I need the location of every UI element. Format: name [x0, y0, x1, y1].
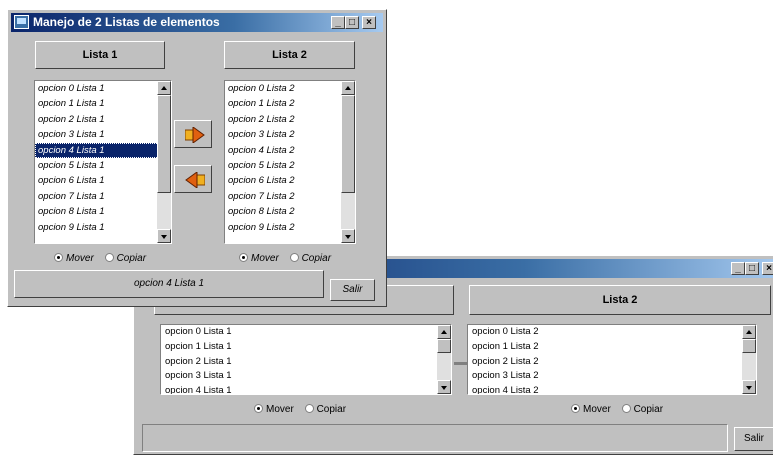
scroll-up-button[interactable] — [157, 81, 171, 95]
scroll-down-button[interactable] — [341, 229, 355, 243]
list-item[interactable]: opcion 6 Lista 1 — [35, 173, 171, 188]
list-item[interactable]: opcion 2 Lista 2 — [225, 112, 355, 127]
radio-copiar[interactable]: Copiar — [104, 253, 146, 264]
list-item-selected[interactable]: opcion 4 Lista 1 — [35, 142, 171, 158]
list1-header[interactable]: Lista 1 — [35, 41, 165, 69]
radio-icon[interactable] — [571, 404, 580, 413]
scroll-up-button[interactable] — [742, 325, 756, 339]
list-item[interactable]: opcion 8 Lista 2 — [225, 204, 355, 219]
list-item[interactable]: opcion 0 Lista 1 — [35, 81, 171, 96]
radio-icon[interactable] — [621, 404, 631, 413]
list-item[interactable]: opcion 1 Lista 2 — [468, 340, 756, 355]
list-item[interactable]: opcion 7 Lista 2 — [225, 189, 355, 204]
list-item[interactable]: opcion 5 Lista 2 — [225, 158, 355, 173]
scrollbar[interactable] — [341, 81, 355, 243]
back-list1-radio-group: Mover Copiar — [254, 404, 346, 415]
list-item[interactable]: opcion 0 Lista 2 — [468, 325, 756, 340]
scrollbar[interactable] — [437, 325, 451, 394]
salir-button[interactable]: Salir — [330, 279, 375, 301]
maximize-button[interactable]: □ — [745, 262, 759, 275]
scroll-down-button[interactable] — [437, 380, 451, 394]
list2-header[interactable]: Lista 2 — [224, 41, 355, 69]
scroll-thumb[interactable] — [341, 95, 355, 193]
back-list1[interactable]: opcion 0 Lista 1 opcion 1 Lista 1 opcion… — [160, 324, 452, 395]
list-item[interactable]: opcion 4 Lista 1 — [161, 384, 451, 394]
radio-icon[interactable] — [304, 404, 314, 413]
window-titlebar[interactable]: Manejo de 2 Listas de elementos _ □ × — [11, 13, 383, 32]
list-item[interactable]: opcion 1 Lista 1 — [161, 340, 451, 355]
list-item[interactable]: opcion 3 Lista 2 — [468, 369, 756, 384]
radio-icon[interactable] — [239, 253, 248, 262]
list-item[interactable]: opcion 7 Lista 1 — [35, 189, 171, 204]
transfer-handle[interactable] — [454, 362, 468, 365]
radio-copiar[interactable]: Copiar — [621, 404, 663, 415]
list-item[interactable]: opcion 0 Lista 1 — [161, 325, 451, 340]
list-item[interactable]: opcion 0 Lista 2 — [225, 81, 355, 96]
list-item[interactable]: opcion 9 Lista 1 — [35, 220, 171, 235]
scroll-thumb[interactable] — [157, 95, 171, 193]
list-item[interactable]: opcion 2 Lista 2 — [468, 355, 756, 370]
list2-header[interactable]: Lista 2 — [469, 285, 771, 315]
scroll-up-button[interactable] — [437, 325, 451, 339]
list-item[interactable]: opcion 9 Lista 2 — [225, 220, 355, 235]
scroll-down-button[interactable] — [742, 380, 756, 394]
list1-radio-group: Mover Copiar — [54, 253, 146, 264]
radio-copiar[interactable]: Copiar — [304, 404, 346, 415]
radio-copiar[interactable]: Copiar — [289, 253, 331, 264]
move-right-button[interactable] — [174, 120, 212, 148]
window-title: Manejo de 2 Listas de elementos — [33, 15, 220, 29]
list-item[interactable]: opcion 3 Lista 1 — [161, 369, 451, 384]
list-item[interactable]: opcion 5 Lista 1 — [35, 158, 171, 173]
list-item[interactable]: opcion 4 Lista 2 — [468, 384, 756, 394]
list1[interactable]: opcion 0 Lista 1 opcion 1 Lista 1 opcion… — [34, 80, 172, 244]
salir-button[interactable]: Salir — [734, 427, 773, 451]
close-button[interactable]: × — [762, 262, 773, 275]
list-item[interactable]: opcion 4 Lista 2 — [225, 143, 355, 158]
back-list2-radio-group: Mover Copiar — [571, 404, 663, 415]
arrow-left-icon — [185, 172, 205, 188]
radio-icon[interactable] — [104, 253, 114, 262]
list-item[interactable]: opcion 1 Lista 2 — [225, 96, 355, 111]
minimize-button[interactable]: _ — [331, 16, 345, 29]
list-item[interactable]: opcion 1 Lista 1 — [35, 96, 171, 111]
list-item[interactable]: opcion 6 Lista 2 — [225, 173, 355, 188]
move-left-button[interactable] — [174, 165, 212, 193]
list2[interactable]: opcion 0 Lista 2 opcion 1 Lista 2 opcion… — [224, 80, 356, 244]
close-button[interactable]: × — [362, 16, 376, 29]
list-item[interactable]: opcion 3 Lista 2 — [225, 127, 355, 142]
back-list2[interactable]: opcion 0 Lista 2 opcion 1 Lista 2 opcion… — [467, 324, 757, 395]
front-window: Manejo de 2 Listas de elementos _ □ × Li… — [7, 9, 387, 307]
status-bar: opcion 4 Lista 1 — [14, 270, 324, 298]
scroll-thumb[interactable] — [437, 339, 451, 353]
radio-mover[interactable]: Mover — [571, 404, 611, 415]
radio-icon[interactable] — [254, 404, 263, 413]
scroll-up-button[interactable] — [341, 81, 355, 95]
arrow-right-icon — [185, 127, 205, 143]
maximize-button[interactable]: □ — [345, 16, 359, 29]
scrollbar[interactable] — [742, 325, 756, 394]
scrollbar[interactable] — [157, 81, 171, 243]
radio-icon[interactable] — [289, 253, 299, 262]
minimize-button[interactable]: _ — [731, 262, 745, 275]
radio-mover[interactable]: Mover — [239, 253, 279, 264]
scroll-down-button[interactable] — [157, 229, 171, 243]
app-icon — [14, 15, 29, 29]
scroll-thumb[interactable] — [742, 339, 756, 353]
list-item[interactable]: opcion 2 Lista 1 — [161, 355, 451, 370]
radio-mover[interactable]: Mover — [254, 404, 294, 415]
list-item[interactable]: opcion 8 Lista 1 — [35, 204, 171, 219]
list-item[interactable]: opcion 2 Lista 1 — [35, 112, 171, 127]
list-item[interactable]: opcion 3 Lista 1 — [35, 127, 171, 142]
list2-radio-group: Mover Copiar — [239, 253, 331, 264]
radio-mover[interactable]: Mover — [54, 253, 94, 264]
radio-icon[interactable] — [54, 253, 63, 262]
